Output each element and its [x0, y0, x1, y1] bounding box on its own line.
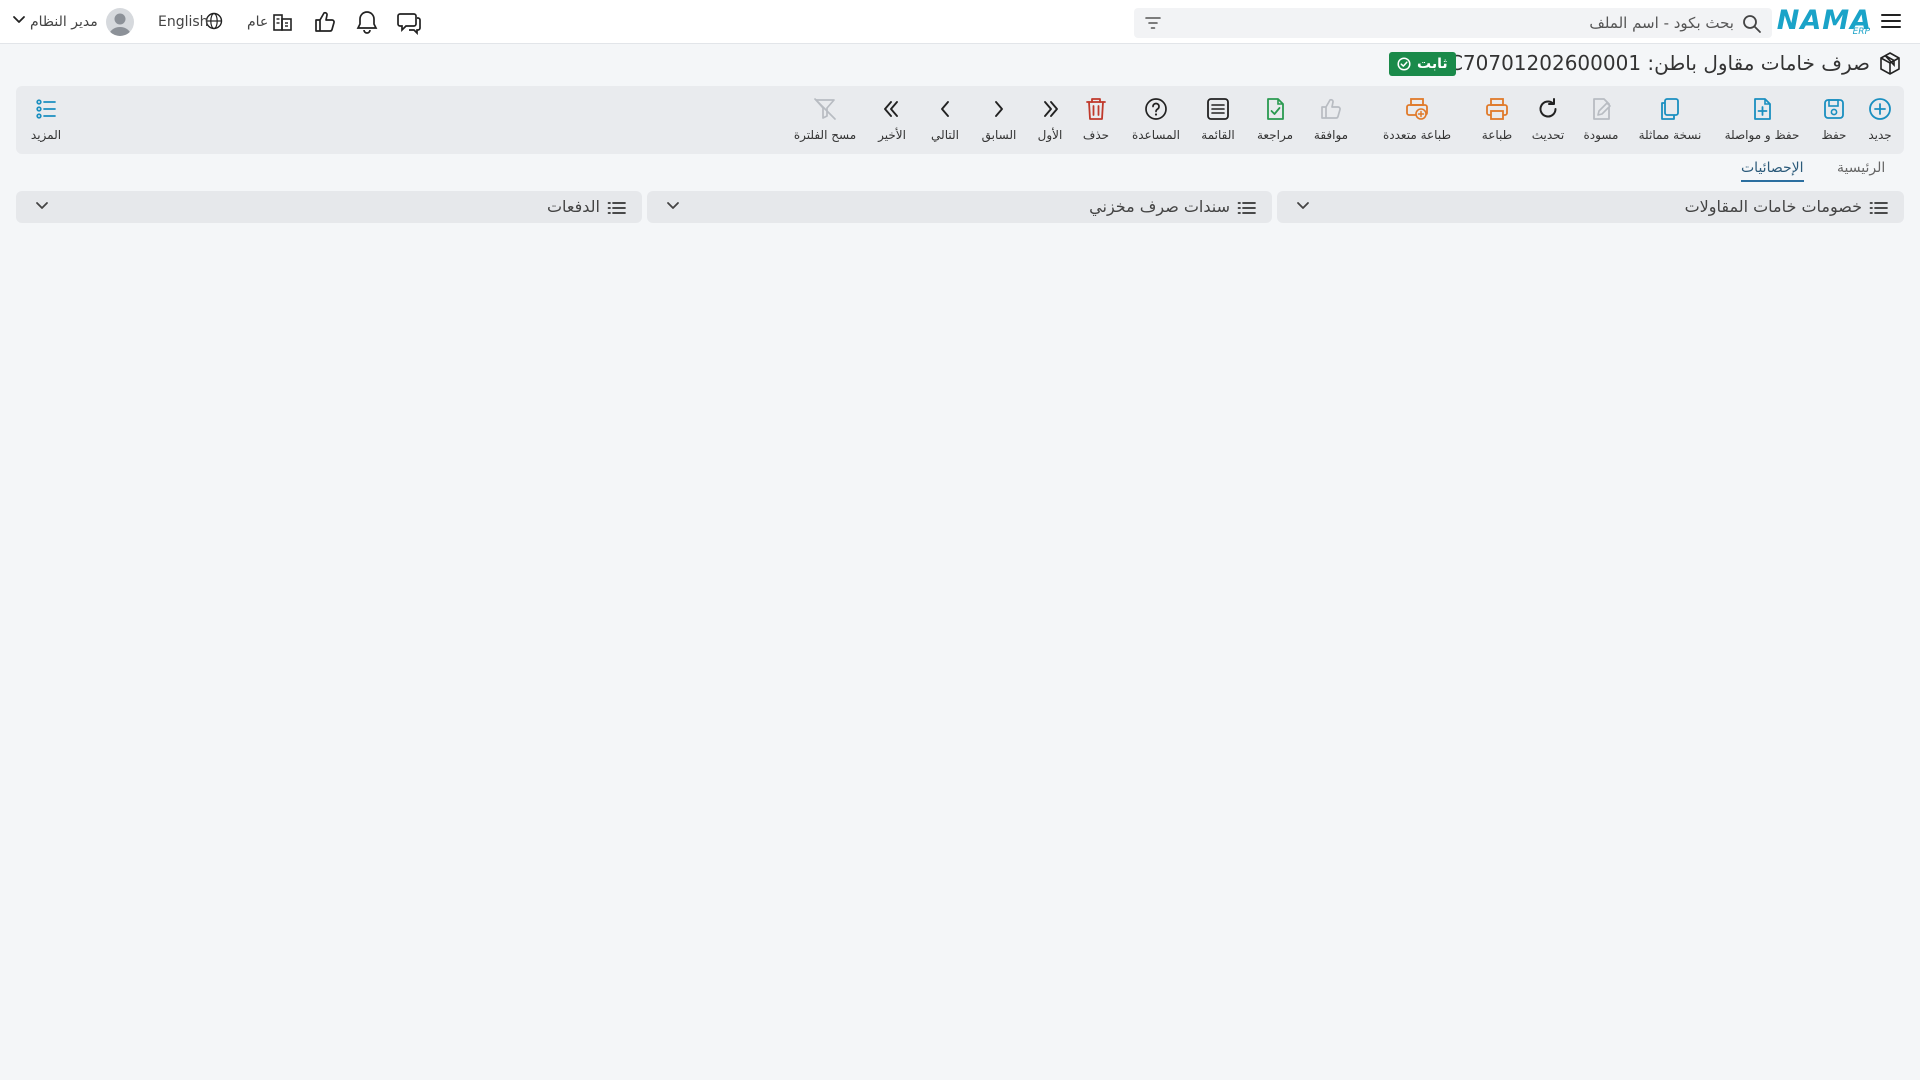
file-plus-icon — [1749, 96, 1775, 122]
plus-circle-icon — [1867, 96, 1893, 122]
top-bar: NAMA ERP عام English مدير النظام — [0, 0, 1920, 44]
duplicate-button[interactable]: نسخة مماثلة — [1630, 86, 1710, 154]
language-toggle[interactable]: English — [158, 13, 209, 31]
delete-button[interactable]: حذف — [1076, 86, 1116, 154]
more-label: المزيد — [30, 128, 62, 142]
thumbs-up-icon — [1318, 96, 1344, 122]
logo-subtext: ERP — [1852, 27, 1870, 37]
check-circle-icon — [1397, 57, 1411, 71]
chat-icon[interactable] — [396, 9, 422, 35]
tab-statistics[interactable]: الإحصائيات — [1741, 160, 1804, 182]
approve-button[interactable]: موافقة — [1306, 86, 1356, 154]
avatar[interactable] — [106, 8, 134, 36]
status-label: ثابت — [1417, 56, 1448, 72]
copy-icon — [1657, 96, 1683, 122]
clear-filter-button[interactable]: مسح الفلترة — [786, 86, 864, 154]
more-list-icon — [33, 96, 59, 122]
next-label: التالي — [931, 128, 959, 142]
clear-filter-label: مسح الفلترة — [793, 128, 857, 142]
help-label: المساعدة — [1131, 128, 1181, 142]
refresh-button[interactable]: تحديث — [1524, 86, 1572, 154]
approve-label: موافقة — [1313, 128, 1349, 142]
list-icon — [1869, 200, 1889, 216]
chevron-down-icon[interactable] — [665, 200, 681, 214]
file-check-icon — [1262, 96, 1288, 122]
chevron-down-icon[interactable] — [34, 200, 50, 214]
draft-label: مسودة — [1583, 128, 1619, 142]
chevron-down-icon[interactable] — [1295, 200, 1311, 214]
print-button[interactable]: طباعة — [1474, 86, 1520, 154]
printer-icon — [1484, 96, 1510, 122]
help-button[interactable]: المساعدة — [1124, 86, 1188, 154]
previous-label: السابق — [981, 128, 1017, 142]
page-title: صرف خامات مقاول باطن: CMIC70701202600001 — [1411, 51, 1870, 75]
search-input[interactable] — [1174, 8, 1734, 38]
branch-name[interactable]: عام — [247, 13, 268, 31]
panel-payments[interactable]: الدفعات — [16, 191, 642, 223]
approvals-icon[interactable] — [312, 9, 338, 35]
list-box-icon — [1205, 96, 1231, 122]
panel-title: الدفعات — [546, 197, 600, 216]
trash-icon — [1083, 96, 1109, 122]
save-icon — [1821, 96, 1847, 122]
new-label: جديد — [1868, 128, 1892, 142]
new-button[interactable]: جديد — [1860, 86, 1900, 154]
panel-inventory-issue-vouchers[interactable]: سندات صرف مخزني — [647, 191, 1272, 223]
first-record-button[interactable]: الأول — [1028, 86, 1072, 154]
list-label: القائمة — [1201, 128, 1235, 142]
review-label: مراجعة — [1256, 128, 1294, 142]
multi-printer-icon — [1404, 96, 1430, 122]
tab-main[interactable]: الرئيسية — [1837, 160, 1885, 180]
save-button[interactable]: حفظ — [1812, 86, 1856, 154]
panel-title: خصومات خامات المقاولات — [1684, 197, 1862, 216]
print-label: طباعة — [1481, 128, 1513, 142]
action-toolbar: جديد حفظ حفظ و مواصلة نسخة مماثلة مسودة … — [16, 86, 1904, 154]
chevron-left-icon — [932, 96, 958, 122]
panel-contract-material-discounts[interactable]: خصومات خامات المقاولات — [1277, 191, 1904, 223]
save-continue-label: حفظ و مواصلة — [1724, 128, 1800, 142]
last-label: الأخير — [878, 128, 906, 142]
search-icon — [1742, 14, 1762, 34]
refresh-icon — [1535, 96, 1561, 122]
notifications-icon[interactable] — [354, 9, 380, 35]
save-label: حفظ — [1821, 128, 1847, 142]
list-icon — [607, 200, 627, 216]
double-chevron-left-icon — [879, 96, 905, 122]
next-record-button[interactable]: التالي — [920, 86, 970, 154]
user-name[interactable]: مدير النظام — [30, 13, 98, 31]
delete-label: حذف — [1082, 128, 1110, 142]
list-button[interactable]: القائمة — [1192, 86, 1244, 154]
list-icon — [1237, 200, 1257, 216]
first-label: الأول — [1037, 128, 1063, 142]
save-and-continue-button[interactable]: حفظ و مواصلة — [1718, 86, 1806, 154]
panel-title: سندات صرف مخزني — [1089, 197, 1230, 216]
filter-off-icon — [812, 96, 838, 122]
last-record-button[interactable]: الأخير — [868, 86, 916, 154]
tab-bar: الرئيسية الإحصائيات — [0, 156, 1920, 186]
branch-icon[interactable] — [270, 9, 296, 35]
multi-print-button[interactable]: طباعة متعددة — [1368, 86, 1466, 154]
document-header: صرف خامات مقاول باطن: CMIC70701202600001… — [0, 44, 1920, 84]
multi-print-label: طباعة متعددة — [1382, 128, 1451, 142]
more-button[interactable]: المزيد — [26, 86, 66, 154]
review-button[interactable]: مراجعة — [1250, 86, 1300, 154]
draft-button[interactable]: مسودة — [1576, 86, 1626, 154]
search-box — [1134, 8, 1772, 38]
chevron-right-icon — [986, 96, 1012, 122]
status-badge: ثابت — [1389, 52, 1456, 76]
nama-erp-logo[interactable]: NAMA ERP — [1777, 4, 1872, 38]
menu-icon[interactable] — [1880, 10, 1906, 34]
chevron-down-icon[interactable] — [12, 15, 26, 27]
previous-record-button[interactable]: السابق — [974, 86, 1024, 154]
filter-icon[interactable] — [1144, 15, 1162, 31]
refresh-label: تحديث — [1531, 128, 1565, 142]
duplicate-label: نسخة مماثلة — [1638, 128, 1702, 142]
draft-pencil-icon — [1588, 96, 1614, 122]
double-chevron-right-icon — [1037, 96, 1063, 122]
help-icon — [1143, 96, 1169, 122]
document-type-icon — [1876, 50, 1904, 78]
